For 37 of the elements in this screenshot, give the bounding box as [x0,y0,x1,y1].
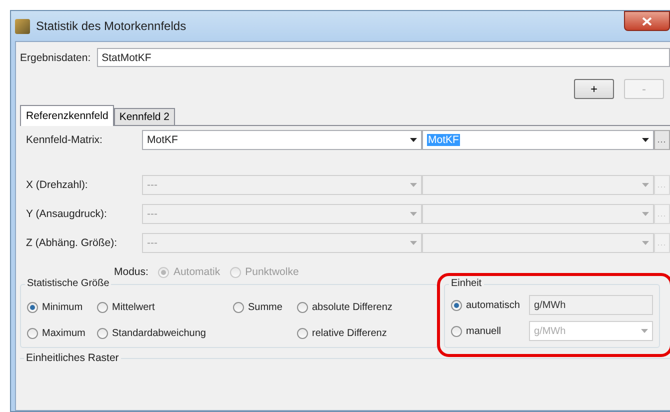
dropdown[interactable] [422,233,654,253]
field-label: Z (Abhäng. Größe): [26,237,118,249]
tab[interactable]: Referenzkennfeld [20,105,114,126]
dropdown[interactable]: MotKF [142,130,422,150]
dropdown[interactable] [422,204,654,224]
close-button[interactable] [624,11,670,31]
dropdown-arrow-icon[interactable] [642,138,649,142]
browse-button[interactable] [654,175,670,195]
field-label: Ergebnisdaten: [20,52,91,64]
tab[interactable]: Kennfeld 2 [114,108,175,125]
radio-button[interactable]: Mittelwert [97,299,229,315]
field-label: Modus: [114,266,148,278]
radio-button[interactable]: Standardabweichung [97,325,229,341]
input-field[interactable]: StatMotKF [96,48,670,67]
browse-button[interactable] [654,204,670,224]
dropdown[interactable] [422,175,654,195]
window-title: Statistik des Motorkennfelds [36,19,186,33]
radio-button[interactable]: absolute Differenz [297,299,431,315]
radio-button[interactable]: manuell [451,326,529,336]
radio-button[interactable]: Maximum [27,325,93,341]
radio-button[interactable]: Minimum [27,299,93,315]
add-button[interactable]: + [574,79,614,99]
group-title: Statistische Größe [25,278,112,289]
input-field[interactable]: g/MWh [529,295,653,315]
browse-button[interactable] [654,130,670,150]
group-title: Einheit [449,278,484,289]
radio-button[interactable]: Summe [233,299,293,315]
dropdown-arrow-icon[interactable] [410,138,417,142]
close-icon [642,16,652,26]
browse-button[interactable] [654,233,670,253]
radio-button[interactable]: relative Differenz [297,325,431,341]
field-label: Kennfeld-Matrix: [26,134,104,146]
group-title: Einheitliches Raster [24,352,121,364]
field-label: Y (Ansaugdruck): [26,208,108,220]
field-label: X (Drehzahl): [26,179,89,191]
radio-button[interactable]: automatisch [451,300,529,310]
app-icon [15,18,30,34]
